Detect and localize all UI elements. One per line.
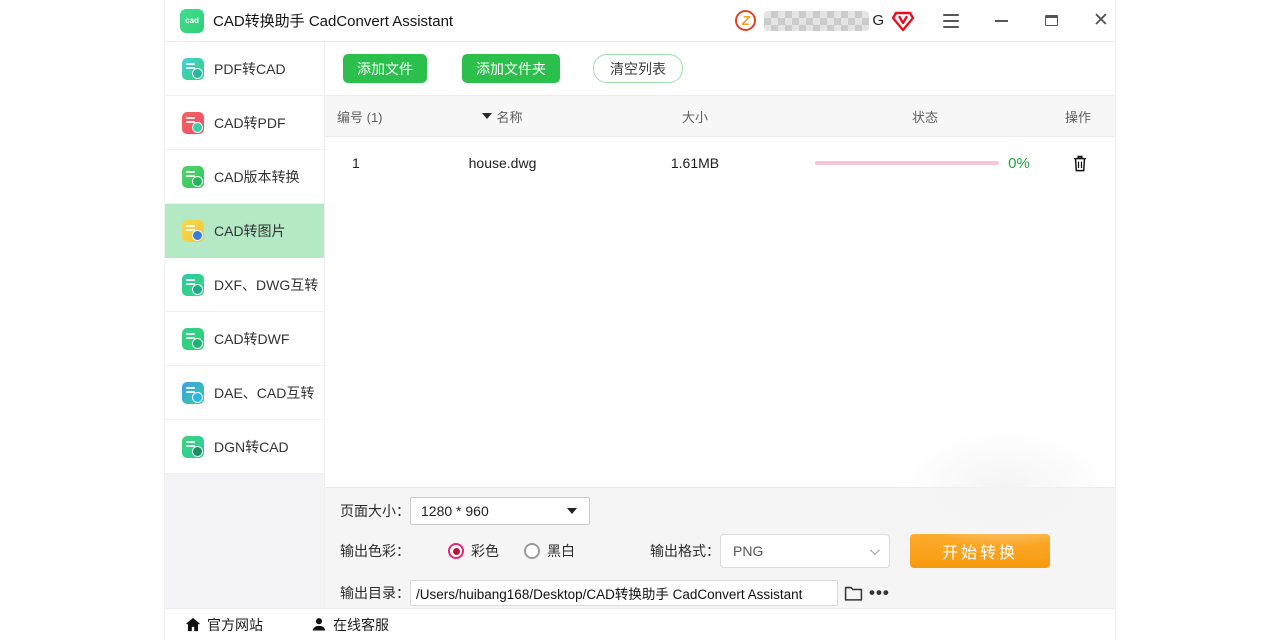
cad-version-convert-icon: [182, 166, 204, 188]
cad-to-pdf-icon: [182, 112, 204, 134]
output-dir-row: 输出目录： •••: [340, 579, 1115, 607]
output-dir-label: 输出目录：: [340, 583, 410, 603]
official-site-link[interactable]: 官方网站: [185, 615, 263, 635]
radio-unselected-icon: [524, 543, 540, 559]
dgn-to-cad-icon: [182, 436, 204, 458]
sidebar-item-dgn-to-cad[interactable]: DGN转CAD: [165, 420, 324, 474]
column-header-size: 大小: [682, 107, 708, 126]
cad-to-image-icon: [182, 220, 204, 242]
add-folder-button[interactable]: 添加文件夹: [462, 54, 560, 83]
dxf-dwg-convert-icon: [182, 274, 204, 296]
table-row: 1 house.dwg 1.61MB 0%: [325, 137, 1115, 189]
vip-badge-icon[interactable]: [891, 9, 915, 33]
file-list-empty-area: [325, 189, 1115, 487]
menu-button[interactable]: [937, 7, 965, 35]
table-header: 编号 (1) 名称 大小 状态 操作: [325, 95, 1115, 137]
progress-bar: [815, 161, 999, 165]
dropdown-caret-icon: [567, 508, 577, 514]
output-dir-input[interactable]: [410, 580, 838, 606]
more-options-button[interactable]: •••: [869, 583, 890, 603]
sidebar-item-cad-version-convert[interactable]: CAD版本转换: [165, 150, 324, 204]
row-filename: house.dwg: [469, 155, 537, 171]
output-color-label: 输出色彩：: [340, 541, 410, 561]
sort-caret-icon: [482, 113, 492, 119]
radio-blackwhite[interactable]: 黑白: [524, 541, 575, 561]
maximize-button[interactable]: [1037, 7, 1065, 35]
column-header-action: 操作: [1065, 107, 1095, 126]
column-header-name[interactable]: 名称: [482, 107, 522, 126]
progress-percent: 0%: [999, 155, 1039, 172]
app-window: cad CAD转换助手 CadConvert Assistant Z G ✕ P…: [165, 0, 1115, 640]
output-format-label: 输出格式：: [650, 541, 720, 561]
folder-icon: [844, 585, 863, 602]
title-bar: cad CAD转换助手 CadConvert Assistant Z G ✕: [165, 0, 1115, 42]
trash-icon: [1071, 154, 1089, 173]
page-size-select[interactable]: 1280 * 960: [410, 497, 590, 525]
sidebar-item-cad-to-pdf[interactable]: CAD转PDF: [165, 96, 324, 150]
file-toolbar: 添加文件 添加文件夹 清空列表: [325, 42, 1115, 95]
watermark: [895, 427, 1115, 547]
row-index: 1: [325, 155, 420, 171]
app-title: CAD转换助手 CadConvert Assistant: [213, 10, 453, 31]
online-support-link[interactable]: 在线客服: [311, 615, 389, 635]
sidebar-item-cad-to-dwf[interactable]: CAD转DWF: [165, 312, 324, 366]
main-panel: 添加文件 添加文件夹 清空列表 编号 (1) 名称 大小 状态 操作 1 hou…: [325, 42, 1115, 608]
cad-to-dwf-icon: [182, 328, 204, 350]
username-suffix: G: [872, 12, 884, 29]
row-filesize: 1.61MB: [671, 155, 719, 171]
username-redacted: [764, 11, 869, 31]
chevron-down-icon: [870, 545, 880, 555]
sidebar-item-dae-cad-convert[interactable]: DAE、CAD互转: [165, 366, 324, 420]
add-file-button[interactable]: 添加文件: [343, 54, 427, 83]
sidebar-item-dxf-dwg-convert[interactable]: DXF、DWG互转: [165, 258, 324, 312]
points-logo-icon[interactable]: Z: [735, 10, 756, 31]
radio-color[interactable]: 彩色: [448, 541, 499, 561]
row-status: 0%: [805, 155, 1045, 172]
column-header-status: 状态: [912, 107, 938, 126]
clear-list-button[interactable]: 清空列表: [593, 54, 683, 83]
page-size-label: 页面大小：: [340, 501, 410, 521]
column-header-index: 编号 (1): [325, 107, 420, 126]
pdf-to-cad-icon: [182, 58, 204, 80]
output-format-select[interactable]: PNG: [720, 534, 890, 568]
sidebar: PDF转CAD CAD转PDF CAD版本转换 CAD转图片 DXF、DWG互转…: [165, 42, 325, 608]
sidebar-filler: [165, 474, 324, 608]
radio-selected-icon: [448, 543, 464, 559]
delete-row-button[interactable]: [1071, 154, 1089, 173]
minimize-button[interactable]: [987, 7, 1015, 35]
person-icon: [311, 617, 327, 632]
dae-cad-convert-icon: [182, 382, 204, 404]
home-icon: [185, 617, 201, 632]
close-button[interactable]: ✕: [1087, 7, 1115, 35]
sidebar-item-pdf-to-cad[interactable]: PDF转CAD: [165, 42, 324, 96]
sidebar-item-cad-to-image[interactable]: CAD转图片: [165, 204, 324, 258]
app-logo-icon: cad: [180, 9, 204, 33]
footer-bar: 官方网站 在线客服: [165, 608, 1115, 640]
browse-folder-button[interactable]: [844, 585, 863, 602]
